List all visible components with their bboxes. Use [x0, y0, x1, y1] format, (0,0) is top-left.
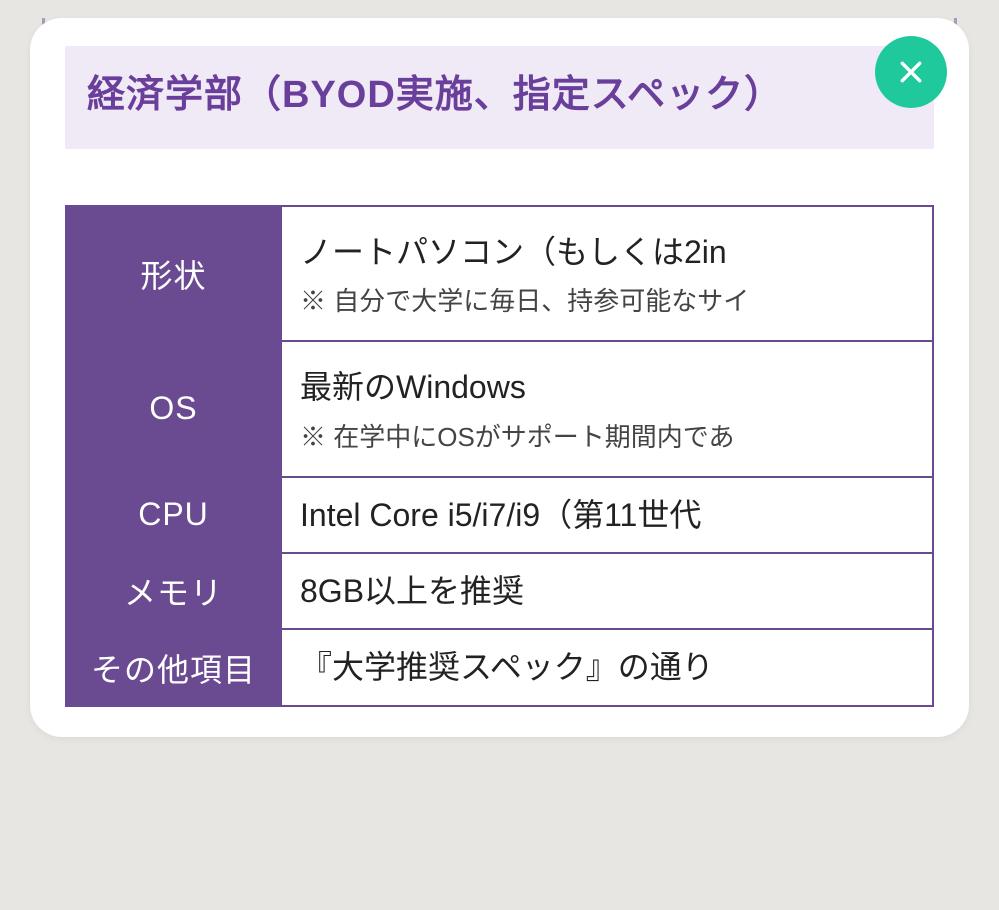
spec-value-cell: 『大学推奨スペック』の通り: [281, 629, 933, 705]
spec-label: メモリ: [66, 553, 281, 629]
close-icon: [898, 59, 924, 85]
spec-value: 8GB以上を推奨: [300, 568, 914, 614]
spec-label: CPU: [66, 477, 281, 553]
spec-value-cell: 8GB以上を推奨: [281, 553, 933, 629]
spec-card: 経済学部（BYOD実施、指定スペック） 形状 ノートパソコン（もしくは2in ※…: [30, 18, 969, 737]
card-title: 経済学部（BYOD実施、指定スペック）: [87, 66, 912, 125]
title-band: 経済学部（BYOD実施、指定スペック）: [65, 46, 934, 149]
spec-label: OS: [66, 341, 281, 476]
spec-value-cell: ノートパソコン（もしくは2in ※ 自分で大学に毎日、持参可能なサイ: [281, 206, 933, 341]
spec-value: 最新のWindows: [300, 364, 914, 410]
spec-value-cell: Intel Core i5/i7/i9（第11世代: [281, 477, 933, 553]
spec-note: ※ 自分で大学に毎日、持参可能なサイ: [300, 281, 914, 318]
table-row: OS 最新のWindows ※ 在学中にOSがサポート期間内であ: [66, 341, 933, 476]
table-row: CPU Intel Core i5/i7/i9（第11世代: [66, 477, 933, 553]
spec-label: その他項目: [66, 629, 281, 705]
table-row: その他項目 『大学推奨スペック』の通り: [66, 629, 933, 705]
spec-value: 『大学推奨スペック』の通り: [300, 644, 914, 690]
spec-label: 形状: [66, 206, 281, 341]
spec-table: 形状 ノートパソコン（もしくは2in ※ 自分で大学に毎日、持参可能なサイ OS…: [65, 205, 934, 707]
spec-note: ※ 在学中にOSがサポート期間内であ: [300, 417, 914, 454]
spec-value-cell: 最新のWindows ※ 在学中にOSがサポート期間内であ: [281, 341, 933, 476]
close-button[interactable]: [875, 36, 947, 108]
spec-value: Intel Core i5/i7/i9（第11世代: [300, 492, 914, 538]
table-row: メモリ 8GB以上を推奨: [66, 553, 933, 629]
spec-value: ノートパソコン（もしくは2in: [300, 229, 914, 275]
table-row: 形状 ノートパソコン（もしくは2in ※ 自分で大学に毎日、持参可能なサイ: [66, 206, 933, 341]
